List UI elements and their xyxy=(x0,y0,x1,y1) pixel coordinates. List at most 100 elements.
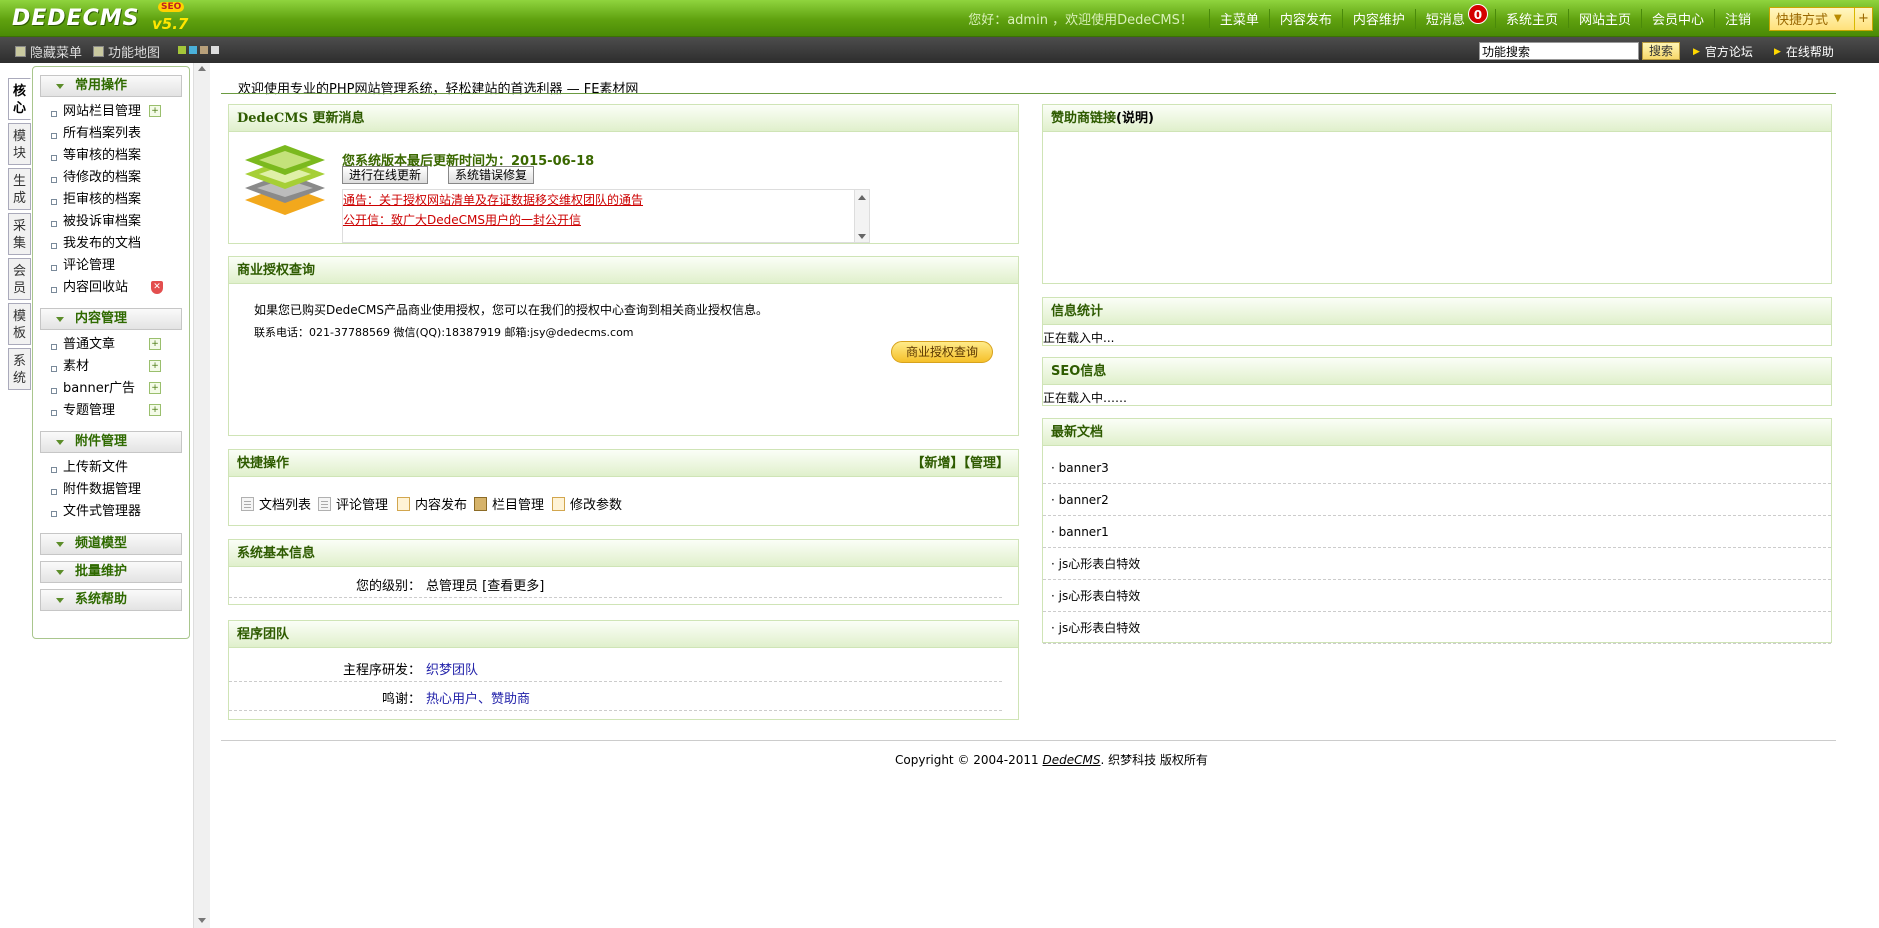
search-button[interactable]: 搜索 xyxy=(1642,42,1680,60)
menu-item-all-archives[interactable]: 所有档案列表 xyxy=(33,123,189,145)
thanks-label: 鸣谢： xyxy=(381,692,421,707)
sidebar-menu: 常用操作 网站栏目管理 + 所有档案列表 等审核的档案 待修改的档案 拒审核的档案… xyxy=(32,66,190,639)
menu-group-attachments[interactable]: 附件管理 xyxy=(40,431,182,453)
nav-member-center[interactable]: 会员中心 xyxy=(1640,9,1714,28)
welcome-banner: 欢迎使用专业的PHP网站管理系统，轻松建站的首选利器 — FE素材网 xyxy=(238,82,639,97)
fix-errors-button[interactable]: 系统错误修复 xyxy=(448,166,535,184)
news-link[interactable]: 通告：关于授权网站清单及存证数据移交维权团队的通告 xyxy=(343,190,869,210)
nav-publish[interactable]: 内容发布 xyxy=(1268,9,1342,28)
layers-logo-icon xyxy=(245,145,325,215)
quick-doc-list[interactable]: 文档列表 xyxy=(241,494,311,513)
tab-generate[interactable]: 生成 xyxy=(8,168,31,210)
menu-group-batch[interactable]: 批量维护 xyxy=(40,561,182,583)
quick-comments[interactable]: 评论管理 xyxy=(318,494,388,513)
level-value[interactable]: 总管理员 [查看更多] xyxy=(426,576,544,598)
seo-panel: SEO信息 正在载入中…… xyxy=(1042,357,1832,406)
scroll-down-icon[interactable] xyxy=(858,234,866,239)
arrow-icon: ▶ xyxy=(1693,46,1700,57)
plus-icon[interactable]: + xyxy=(1854,7,1872,30)
list-item[interactable]: · banner2 xyxy=(1043,484,1831,516)
theme-brown[interactable] xyxy=(200,46,208,54)
list-item[interactable]: · js心形表白特效 xyxy=(1043,580,1831,612)
menu-item-pending[interactable]: 等审核的档案 xyxy=(33,145,189,167)
nav-site-home[interactable]: 网站主页 xyxy=(1567,9,1641,28)
nav-messages[interactable]: 短消息 0 xyxy=(1414,3,1495,29)
nav-maintain[interactable]: 内容维护 xyxy=(1341,9,1415,28)
shield-icon[interactable]: ✕ xyxy=(151,281,163,294)
menu-item-attachment-data[interactable]: 附件数据管理 xyxy=(33,479,189,501)
menu-group-channel-models[interactable]: 频道模型 xyxy=(40,533,182,555)
tab-core[interactable]: 核心 xyxy=(8,78,31,120)
menu-item-recycle-bin[interactable]: 内容回收站 ✕ xyxy=(33,277,189,299)
menu-item-banner-ads[interactable]: banner广告 + xyxy=(33,378,189,400)
menu-group-content[interactable]: 内容管理 xyxy=(40,308,182,330)
menu-item-to-modify[interactable]: 待修改的档案 xyxy=(33,167,189,189)
tab-collect[interactable]: 采集 xyxy=(8,213,31,255)
list-item[interactable]: · js心形表白特效 xyxy=(1043,612,1831,644)
menu-item-file-manager[interactable]: 文件式管理器 xyxy=(33,501,189,523)
theme-green[interactable] xyxy=(178,46,186,54)
theme-blue[interactable] xyxy=(189,46,197,54)
news-list: 通告：关于授权网站清单及存证数据移交维权团队的通告 公开信：致广大DedeCMS… xyxy=(342,189,870,243)
message-count-badge: 0 xyxy=(1467,3,1488,24)
official-forum-link[interactable]: ▶ 官方论坛 xyxy=(1693,43,1753,60)
team-panel: 程序团队 主程序研发： 织梦团队 鸣谢： 热心用户、赞助商 xyxy=(228,620,1019,720)
license-query-button[interactable]: 商业授权查询 xyxy=(891,341,993,363)
latest-docs-list: · banner3 · banner2 · banner1 · js心形表白特效… xyxy=(1043,452,1831,644)
quick-publish[interactable]: 内容发布 xyxy=(397,494,467,513)
license-contact: 联系电话：021-37788569 微信(QQ):18387919 邮箱:jsy… xyxy=(254,326,634,339)
add-icon[interactable]: + xyxy=(149,404,161,416)
theme-gray[interactable] xyxy=(211,46,219,54)
map-icon xyxy=(93,46,104,57)
menu-item-comments[interactable]: 评论管理 xyxy=(33,255,189,277)
online-update-button[interactable]: 进行在线更新 xyxy=(342,166,429,184)
function-map-button[interactable]: 功能地图 xyxy=(93,42,160,61)
quick-settings[interactable]: 修改参数 xyxy=(552,494,622,513)
quick-add-link[interactable]: 【新增】 xyxy=(911,456,963,471)
menu-item-upload[interactable]: 上传新文件 xyxy=(33,457,189,479)
menu-item-category-manage[interactable]: 网站栏目管理 + xyxy=(33,101,189,123)
news-scrollbar[interactable] xyxy=(854,190,869,242)
function-search-input[interactable] xyxy=(1479,42,1639,60)
quick-ops-actions: 【新增】【管理】 xyxy=(911,450,1009,477)
menu-item-articles[interactable]: 普通文章 + xyxy=(33,334,189,356)
menu-item-topics[interactable]: 专题管理 + xyxy=(33,400,189,422)
quick-categories[interactable]: 栏目管理 xyxy=(474,494,544,513)
menu-item-complained[interactable]: 被投诉审档案 xyxy=(33,211,189,233)
sidebar-scrollbar[interactable] xyxy=(193,63,210,928)
online-help-link[interactable]: ▶ 在线帮助 xyxy=(1774,43,1834,60)
dedecms-link[interactable]: DedeCMS xyxy=(1043,753,1101,767)
add-icon[interactable]: + xyxy=(149,105,161,117)
dedecms-logo[interactable]: DEDECMS xyxy=(12,6,139,31)
nav-logout[interactable]: 注销 xyxy=(1713,9,1761,28)
menu-item-rejected[interactable]: 拒审核的档案 xyxy=(33,189,189,211)
list-item[interactable]: · banner3 xyxy=(1043,452,1831,484)
quick-manage-link[interactable]: 【管理】 xyxy=(963,456,1009,471)
tab-modules[interactable]: 模块 xyxy=(8,123,31,165)
tab-members[interactable]: 会员 xyxy=(8,258,31,300)
tab-system[interactable]: 系统 xyxy=(8,348,31,390)
menu-group-common[interactable]: 常用操作 xyxy=(40,75,182,97)
add-icon[interactable]: + xyxy=(149,360,161,372)
scroll-down-icon[interactable] xyxy=(198,918,206,923)
news-link[interactable]: 公开信：致广大DedeCMS用户的一封公开信 xyxy=(343,210,869,230)
sponsor-title: 赞助商链接 xyxy=(1051,111,1117,126)
scroll-up-icon[interactable] xyxy=(198,66,206,71)
list-item[interactable]: · banner1 xyxy=(1043,516,1831,548)
nav-system-home[interactable]: 系统主页 xyxy=(1494,9,1568,28)
sponsor-note-link[interactable]: (说明) xyxy=(1116,111,1154,126)
list-item[interactable]: · js心形表白特效 xyxy=(1043,548,1831,580)
menu-group-help[interactable]: 系统帮助 xyxy=(40,589,182,611)
tab-templates[interactable]: 模板 xyxy=(8,303,31,345)
menu-item-materials[interactable]: 素材 + xyxy=(33,356,189,378)
thanks-link[interactable]: 热心用户、赞助商 xyxy=(426,689,530,711)
nav-main-menu[interactable]: 主菜单 xyxy=(1208,9,1269,28)
menu-item-my-docs[interactable]: 我发布的文档 xyxy=(33,233,189,255)
level-label: 您的级别： xyxy=(355,579,421,594)
add-icon[interactable]: + xyxy=(149,382,161,394)
quick-menu-dropdown[interactable]: 快捷方式 ▼ + xyxy=(1769,6,1873,31)
hide-menu-button[interactable]: 隐藏菜单 xyxy=(15,42,82,61)
dev-team-link[interactable]: 织梦团队 xyxy=(426,660,478,682)
scroll-up-icon[interactable] xyxy=(858,195,866,200)
add-icon[interactable]: + xyxy=(149,338,161,350)
